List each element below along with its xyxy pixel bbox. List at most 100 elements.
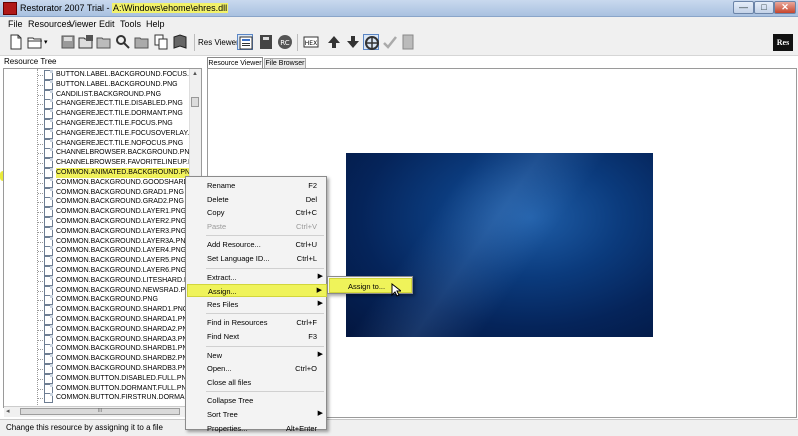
open-folder-icon[interactable] xyxy=(27,34,43,50)
maximize-button[interactable]: □ xyxy=(754,1,774,14)
menu-item-open[interactable]: Open... Ctrl+O xyxy=(187,362,327,375)
rc-view-icon[interactable]: RC xyxy=(277,34,293,50)
menu-item-find-in-resources[interactable]: Find in Resources Ctrl+F xyxy=(187,316,327,329)
tree-item[interactable]: COMMON.BACKGROUND.LAYER2.PNG xyxy=(4,217,201,227)
tree-connector xyxy=(38,271,43,272)
menu-edit[interactable]: Edit xyxy=(99,19,115,29)
resource-viewer-mode-icon[interactable] xyxy=(237,34,253,50)
resource-tree[interactable]: BUTTON.LABEL.BACKGROUND.FOCUS.PNG BUTTON.… xyxy=(3,68,202,408)
menu-item-copy[interactable]: Copy Ctrl+C xyxy=(187,206,327,219)
tree-item-label: COMMON.BUTTON.DISABLED.FULL.PNG xyxy=(56,374,193,382)
tree-item[interactable]: COMMON.BUTTON.DORMANT.FULL.PNG xyxy=(4,383,201,394)
copy-icon[interactable] xyxy=(153,34,169,50)
file-icon xyxy=(44,138,53,149)
hex-view-icon[interactable]: HEX xyxy=(303,34,319,50)
menu-item-properties[interactable]: Properties... Alt+Enter xyxy=(187,422,327,435)
tree-item[interactable]: COMMON.BACKGROUND.GOODSHARD.PNG xyxy=(4,177,201,188)
tree-item[interactable]: CHANGEREJECT.TILE.FOCUSOVERLAY.PNG xyxy=(4,128,202,139)
svg-text:RC: RC xyxy=(280,39,290,47)
save-icon[interactable] xyxy=(60,34,76,50)
menu-help[interactable]: Help xyxy=(146,19,165,29)
tree-item[interactable]: COMMON.BACKGROUND.SHARDA2.PNG xyxy=(4,324,201,335)
menu-item-collapse-tree[interactable]: Collapse Tree xyxy=(187,394,327,407)
tree-item[interactable]: CHANGEREJECT.TILE.NOFOCUS.PNG xyxy=(4,138,201,149)
menu-tools[interactable]: Tools xyxy=(120,19,141,29)
menu-resources[interactable]: Resources xyxy=(28,19,71,29)
tree-item[interactable]: BUTTON.LABEL.BACKGROUND.PNG xyxy=(4,79,201,90)
tree-horizontal-scroll-thumb[interactable]: III xyxy=(20,408,180,415)
tree-item[interactable]: CHANNELBROWSER.BACKGROUND.PNG xyxy=(4,148,201,159)
tree-item[interactable]: COMMON.BACKGROUND.NEWSRAD.PNG xyxy=(4,285,201,296)
menu-item-extract[interactable]: Extract... ▶ xyxy=(187,271,327,284)
app-icon[interactable] xyxy=(3,2,17,15)
arrow-up-icon[interactable] xyxy=(326,34,342,50)
tree-item[interactable]: CHANGEREJECT.TILE.FOCUS.PNG xyxy=(4,119,201,129)
tree-item[interactable]: COMMON.BACKGROUND.LAYER1.PNG xyxy=(4,207,201,218)
tree-item[interactable]: COMMON.BACKGROUND.SHARDA3.PNG xyxy=(4,334,201,345)
tree-item[interactable]: COMMON.BUTTON.FIRSTRUN.DORMANT.PNG xyxy=(4,393,201,404)
tree-item[interactable]: CANDILIST.BACKGROUND.PNG xyxy=(4,89,201,100)
book-icon[interactable] xyxy=(172,34,188,50)
tree-item[interactable]: COMMON.BACKGROUND.GRAD2.PNG xyxy=(4,197,201,208)
tree-item[interactable]: COMMON.BACKGROUND.LAYER5.PNG xyxy=(4,256,201,267)
tree-item-label: CHANGEREJECT.TILE.FOCUSOVERLAY.PNG xyxy=(56,129,202,137)
folder-tools-icon[interactable] xyxy=(134,34,150,50)
file-icon xyxy=(44,79,53,90)
tree-item[interactable]: COMMON.BACKGROUND.LAYER3.PNG xyxy=(4,226,201,237)
tree-item[interactable]: COMMON.BACKGROUND.SHARDB3.PNG xyxy=(4,364,201,374)
tree-item[interactable]: COMMON.ANIMATED.BACKGROUND.PNG xyxy=(4,168,201,178)
binary-view-icon[interactable] xyxy=(258,34,274,50)
tree-item[interactable]: CHANNELBROWSER.FAVORITELINEUP.ICO xyxy=(4,158,201,169)
tree-item-label: BUTTON.LABEL.BACKGROUND.FOCUS.PNG xyxy=(56,71,202,78)
tree-vertical-scroll-thumb[interactable] xyxy=(191,97,199,107)
open-dropdown-icon[interactable]: ▾ xyxy=(44,38,48,46)
minimize-button[interactable]: — xyxy=(733,1,754,14)
search-icon[interactable] xyxy=(115,34,131,50)
arrow-down-icon[interactable] xyxy=(345,34,361,50)
menu-item-label: Extract... xyxy=(207,272,237,282)
tree-item[interactable]: COMMON.BACKGROUND.LITESHARD.PNG xyxy=(4,275,201,286)
tree-item[interactable]: COMMON.BACKGROUND.PNG xyxy=(4,295,201,306)
menu-item-set-language-id[interactable]: Set Language ID... Ctrl+L xyxy=(187,252,327,265)
menu-viewer[interactable]: Viewer xyxy=(69,19,96,29)
scroll-up-arrow-icon[interactable]: ▲ xyxy=(189,69,201,80)
tree-connector xyxy=(38,329,43,331)
menu-item-find-next[interactable]: Find Next F3 xyxy=(187,330,327,343)
window-title: Restorator 2007 Trial - A:\Windows\ehome… xyxy=(20,3,229,13)
tree-item[interactable]: COMMON.BACKGROUND.SHARD1.PNG xyxy=(4,305,201,316)
tree-item[interactable]: CHANGEREJECT.TILE.DORMANT.PNG xyxy=(4,109,201,120)
menu-item-sort-tree[interactable]: Sort Tree ▶ xyxy=(187,408,327,421)
save-as-icon[interactable] xyxy=(78,34,94,50)
tree-item[interactable]: COMMON.BACKGROUND.GRAD1.PNG xyxy=(4,187,201,198)
menu-item-new[interactable]: New ▶ xyxy=(187,349,327,362)
menu-separator xyxy=(206,267,324,269)
menu-item-delete[interactable]: Delete Del xyxy=(187,193,327,206)
tree-item[interactable]: COMMON.BACKGROUND.SHARDA1.PNG xyxy=(4,315,201,325)
menu-item-res-files[interactable]: Res Files ▶ xyxy=(187,298,327,311)
restorator-logo: Res xyxy=(773,34,793,51)
tree-item[interactable]: BUTTON.LABEL.BACKGROUND.FOCUS.PNG xyxy=(4,70,202,80)
menu-item-label: Paste xyxy=(207,221,227,231)
check-icon[interactable] xyxy=(382,34,398,50)
menu-item-rename[interactable]: Rename F2 xyxy=(187,179,327,192)
tree-item[interactable]: COMMON.BACKGROUND.SHARDB2.PNG xyxy=(4,354,201,365)
close-folder-icon[interactable] xyxy=(96,34,112,50)
tree-item[interactable]: COMMON.BACKGROUND.LAYER6.PNG xyxy=(4,266,201,276)
tree-item[interactable]: COMMON.BACKGROUND.LAYER4.PNG xyxy=(4,246,201,257)
menu-item-close-all-files[interactable]: Close all files xyxy=(187,376,327,389)
tree-item[interactable]: COMMON.BACKGROUND.LAYER3A.PNG xyxy=(4,236,201,247)
menu-item-add-resource[interactable]: Add Resource... Ctrl+U xyxy=(187,238,327,251)
menu-item-assign[interactable]: Assign... ▶ xyxy=(187,284,327,298)
sync-tree-icon[interactable] xyxy=(363,34,379,50)
tree-item[interactable]: CHANGEREJECT.TILE.DISABLED.PNG xyxy=(4,99,201,110)
tree-item[interactable]: COMMON.BACKGROUND.SHARDB1.PNG xyxy=(4,344,201,355)
new-file-icon[interactable] xyxy=(8,34,24,50)
close-button[interactable]: ✕ xyxy=(774,1,796,14)
tree-connector xyxy=(38,104,43,106)
menu-item-label: Res Files xyxy=(207,299,239,309)
menu-item-paste[interactable]: Paste Ctrl+V xyxy=(187,220,327,233)
menu-file[interactable]: File xyxy=(8,19,23,29)
document-icon[interactable] xyxy=(400,34,416,50)
scroll-left-arrow-icon[interactable]: ◂ xyxy=(6,407,10,415)
tree-item[interactable]: COMMON.BUTTON.DISABLED.FULL.PNG xyxy=(4,373,201,384)
